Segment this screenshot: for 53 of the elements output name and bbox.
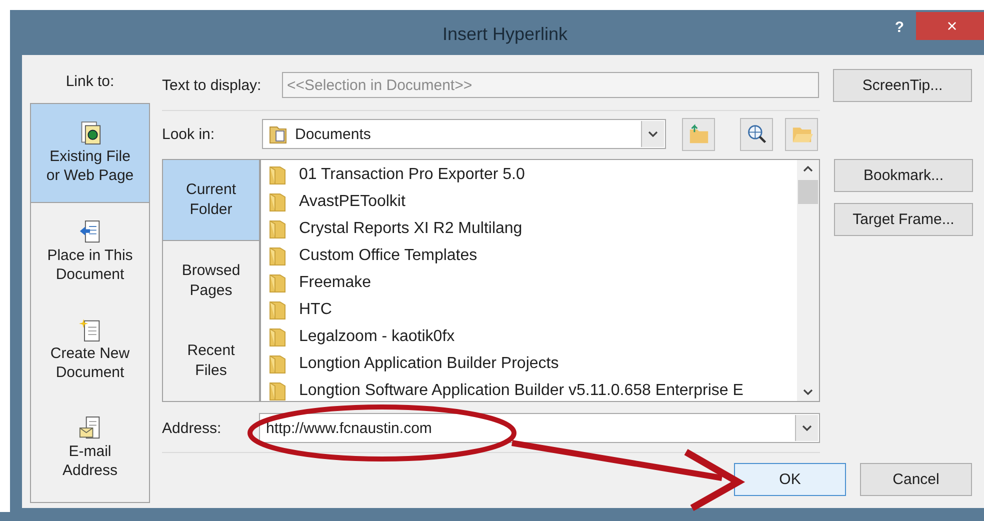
folder-icon (269, 300, 287, 320)
folder-up-icon (688, 124, 710, 144)
look-in-dropdown[interactable]: Documents (262, 119, 666, 149)
folder-icon (269, 124, 287, 144)
cancel-button[interactable]: Cancel (860, 463, 972, 496)
help-button[interactable]: ? (888, 18, 910, 37)
folder-icon (269, 218, 287, 238)
folder-icon (269, 380, 287, 400)
scroll-down-icon[interactable] (803, 389, 813, 395)
folder-icon (269, 192, 287, 212)
globe-search-icon (746, 123, 768, 145)
ok-button[interactable]: OK (734, 463, 846, 496)
window-title: Insert Hyperlink (442, 24, 568, 45)
scroll-thumb[interactable] (798, 180, 818, 204)
link-to-item[interactable]: Existing File or Web Page (31, 104, 149, 203)
browse-file-button[interactable] (785, 118, 818, 150)
file-name[interactable]: Crystal Reports XI R2 Multilang (287, 220, 522, 238)
folder-icon (269, 164, 287, 184)
browse-web-button[interactable] (740, 118, 773, 150)
file-name[interactable]: Legalzoom - kaotik0fx (287, 328, 455, 346)
file-name[interactable]: 01 Transaction Pro Exporter 5.0 (287, 166, 525, 184)
file-name[interactable]: HTC (287, 300, 332, 318)
look-in-label: Look in: (162, 126, 216, 142)
address-label: Address: (162, 420, 222, 436)
document-envelope-icon (79, 416, 101, 440)
browse-tab[interactable]: Recent Files (163, 321, 259, 401)
document-arrow-icon (79, 220, 101, 244)
file-name[interactable]: Longtion Application Builder Projects (287, 354, 559, 372)
scroll-up-icon[interactable] (803, 166, 813, 172)
folder-icon (269, 272, 287, 292)
up-folder-button[interactable] (682, 118, 715, 150)
scrollbar[interactable] (797, 160, 819, 401)
folder-icon (269, 326, 287, 346)
new-document-icon (79, 318, 101, 342)
browse-tab[interactable]: Current Folder (163, 160, 259, 241)
side-button[interactable]: Bookmark... (834, 159, 973, 192)
link-to-item[interactable]: E-mail Address (31, 399, 149, 497)
link-to-item[interactable]: Create New Document (31, 301, 149, 399)
screentip-button[interactable]: ScreenTip... (833, 68, 972, 102)
file-name[interactable]: AvastPEToolkit (287, 192, 406, 210)
link-to-item[interactable]: Place in This Document (31, 203, 149, 301)
folder-icon (269, 354, 287, 374)
file-name[interactable]: Custom Office Templates (287, 246, 478, 264)
browse-tab[interactable]: Browsed Pages (163, 241, 259, 321)
file-name[interactable]: Freemake (287, 274, 372, 292)
folder-icon (269, 246, 287, 266)
close-button[interactable]: × (916, 12, 984, 40)
document-globe-icon (79, 121, 101, 145)
side-button[interactable]: Target Frame... (834, 203, 973, 236)
address-field[interactable]: http://www.fcnaustin.com (259, 413, 820, 443)
link-to-label: Link to: (66, 72, 114, 92)
text-to-display-label: Text to display: (162, 76, 262, 94)
file-name[interactable]: Longtion Software Application Builder v5.11.0.658 Enterprise E (287, 382, 744, 400)
